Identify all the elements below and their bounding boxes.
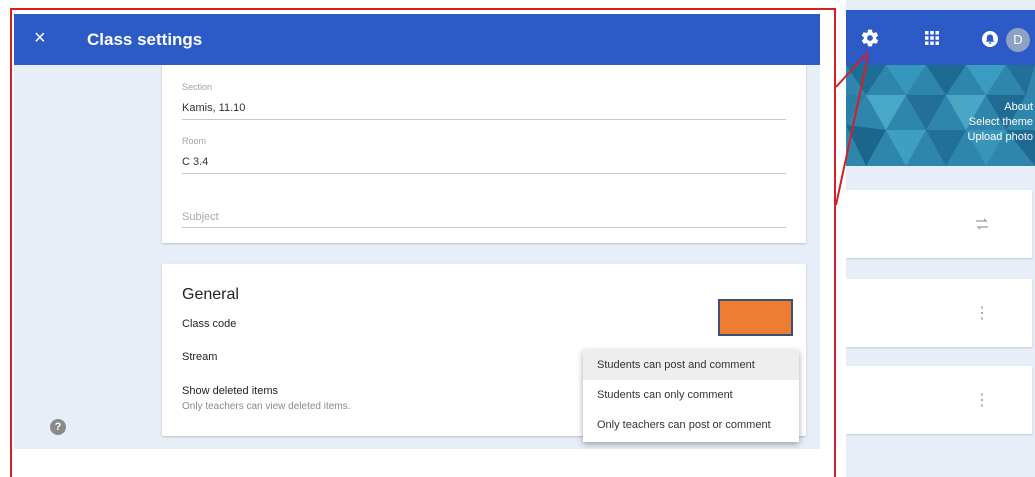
more-vert-icon[interactable]: ⋮ bbox=[974, 390, 990, 410]
user-avatar[interactable]: D bbox=[1006, 28, 1030, 52]
section-underline bbox=[182, 119, 786, 120]
stream-dropdown-menu: Students can post and comment Students c… bbox=[583, 350, 799, 442]
more-vert-icon[interactable]: ⋮ bbox=[974, 303, 990, 323]
classroom-page-panel: D About Select theme Upload photo ⋮ ⋮ bbox=[846, 0, 1035, 477]
class-info-card bbox=[846, 190, 1032, 258]
subject-underline bbox=[182, 227, 786, 228]
screenshot-stage: × Class settings Section Kamis, 11.10 Ro… bbox=[0, 0, 1035, 477]
class-details-card: Section Kamis, 11.10 Room C 3.4 Subject bbox=[162, 65, 806, 243]
stream-post-card-1: ⋮ bbox=[846, 279, 1032, 347]
stream-option-teachers-only[interactable]: Only teachers can post or comment bbox=[583, 410, 799, 440]
gear-icon[interactable] bbox=[860, 28, 880, 48]
show-deleted-description: Only teachers can view deleted items. bbox=[182, 401, 351, 412]
swap-icon[interactable] bbox=[974, 216, 990, 232]
apps-grid-icon[interactable] bbox=[922, 28, 942, 48]
notifications-icon[interactable] bbox=[980, 29, 1000, 49]
stream-option-only-comment[interactable]: Students can only comment bbox=[583, 380, 799, 410]
show-deleted-label: Show deleted items bbox=[182, 385, 278, 397]
section-field[interactable]: Kamis, 11.10 bbox=[182, 102, 245, 114]
class-code-redaction-box bbox=[718, 299, 793, 336]
section-label: Section bbox=[182, 82, 213, 92]
subject-field[interactable]: Subject bbox=[182, 211, 219, 223]
upload-photo-link[interactable]: Upload photo bbox=[968, 131, 1033, 143]
class-code-label: Class code bbox=[182, 318, 237, 330]
close-icon[interactable]: × bbox=[34, 26, 46, 50]
dialog-header: × Class settings bbox=[14, 14, 820, 65]
top-app-bar: D bbox=[846, 10, 1035, 65]
stream-post-card-2: ⋮ bbox=[846, 366, 1032, 434]
stream-option-post-and-comment[interactable]: Students can post and comment bbox=[583, 350, 799, 380]
help-icon[interactable]: ? bbox=[50, 419, 66, 435]
class-theme-banner: About Select theme Upload photo bbox=[846, 65, 1035, 166]
select-theme-link[interactable]: Select theme bbox=[969, 116, 1033, 128]
about-link[interactable]: About bbox=[1004, 101, 1033, 113]
dialog-title: Class settings bbox=[87, 30, 203, 49]
room-label: Room bbox=[182, 136, 207, 146]
room-underline bbox=[182, 173, 786, 174]
stream-label: Stream bbox=[182, 351, 218, 363]
room-field[interactable]: C 3.4 bbox=[182, 156, 208, 168]
general-heading: General bbox=[182, 286, 239, 303]
